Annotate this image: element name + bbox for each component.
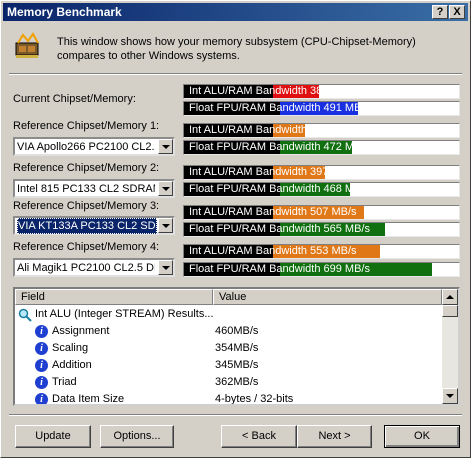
reference-3-value: VIA KT133A PC133 CL2 SDRAM — [17, 218, 157, 234]
row-field: Data Item Size — [52, 393, 125, 405]
column-header-field[interactable]: Field — [15, 289, 213, 305]
close-button[interactable]: X — [449, 5, 465, 19]
magnifier-icon — [18, 308, 32, 322]
info-icon: i — [35, 393, 48, 404]
row-value: 460MB/s — [215, 325, 259, 337]
bandwidth-bar-text: Float FPU/RAM Bandwidth 699 MB/s — [189, 263, 370, 275]
row-field: Assignment — [52, 325, 110, 337]
bandwidth-bar-text: Int ALU/RAM Bandwidth 507 MB/s — [189, 206, 357, 218]
scroll-thumb[interactable] — [442, 305, 458, 317]
reference-4-value: Ali Magik1 PC2100 CL2.5 DDR — [17, 262, 155, 274]
bandwidth-bar-text: Int ALU/RAM Bandwidth 380 MB/s — [189, 85, 357, 97]
chevron-down-icon[interactable] — [158, 218, 173, 233]
group-label: Int ALU (Integer STREAM) Results... — [35, 308, 214, 320]
reference-4-select[interactable]: Ali Magik1 PC2100 CL2.5 DDR — [13, 258, 175, 277]
row-field: Scaling — [52, 342, 89, 354]
bandwidth-bar-label: Int ALU/RAM Bandwidth 340 MB/s — [184, 124, 357, 137]
info-icon: i — [35, 342, 48, 355]
bandwidth-bar: Float FPU/RAM Bandwidth 472 MB/s — [183, 140, 460, 155]
update-button[interactable]: Update — [15, 425, 91, 448]
bandwidth-bar: Float FPU/RAM Bandwidth 491 MB/s — [183, 101, 460, 116]
bandwidth-bar: Int ALU/RAM Bandwidth 397 MB/s — [183, 165, 460, 180]
bandwidth-bar-text: Int ALU/RAM Bandwidth 553 MB/s — [189, 245, 357, 257]
separator-top — [9, 73, 462, 75]
table-row[interactable]: i Scaling 354MB/s — [15, 340, 442, 357]
chevron-down-icon[interactable] — [158, 139, 173, 154]
row-value: 345MB/s — [215, 359, 259, 371]
row-value: 362MB/s — [215, 376, 259, 388]
memory-chip-icon — [15, 32, 39, 58]
bandwidth-bar: Float FPU/RAM Bandwidth 468 MB/s — [183, 182, 460, 197]
bandwidth-bar-label: Int ALU/RAM Bandwidth 507 MB/s — [184, 206, 357, 219]
row-field: Addition — [52, 359, 92, 371]
table-row[interactable]: i Addition 345MB/s — [15, 357, 442, 374]
window-title: Memory Benchmark — [7, 5, 122, 19]
bandwidth-bar: Float FPU/RAM Bandwidth 699 MB/s — [183, 262, 460, 277]
reference-1-value: VIA Apollo266 PC2100 CL2.5 — [17, 141, 155, 153]
ok-button[interactable]: OK — [384, 425, 460, 448]
table-row[interactable]: i Data Item Size 4-bytes / 32-bits — [15, 391, 442, 405]
table-row[interactable]: i Assignment 460MB/s — [15, 323, 442, 340]
memory-benchmark-window: Memory Benchmark ? X This window shows h… — [0, 0, 471, 458]
bandwidth-bar-label: Int ALU/RAM Bandwidth 380 MB/s — [184, 85, 357, 98]
help-button[interactable]: ? — [432, 5, 448, 19]
bandwidth-bar-label: Int ALU/RAM Bandwidth 397 MB/s — [184, 166, 357, 179]
chevron-down-icon[interactable] — [158, 260, 173, 275]
reference-2-label: Reference Chipset/Memory 2: — [13, 162, 160, 174]
info-icon: i — [35, 325, 48, 338]
bandwidth-bar-label: Float FPU/RAM Bandwidth 699 MB/s — [184, 263, 370, 276]
reference-2-select[interactable]: Intel 815 PC133 CL2 SDRAM — [13, 179, 175, 198]
bandwidth-bar: Int ALU/RAM Bandwidth 340 MB/s — [183, 123, 460, 138]
separator-bottom — [9, 414, 462, 416]
bandwidth-bar-label: Int ALU/RAM Bandwidth 553 MB/s — [184, 245, 357, 258]
bandwidth-bar-text: Float FPU/RAM Bandwidth 468 MB/s — [189, 183, 370, 195]
table-row[interactable]: i Triad 362MB/s — [15, 374, 442, 391]
bandwidth-bar-label: Float FPU/RAM Bandwidth 491 MB/s — [184, 102, 370, 115]
list-group-row[interactable]: Int ALU (Integer STREAM) Results... — [15, 306, 442, 323]
bandwidth-bar-label: Float FPU/RAM Bandwidth 468 MB/s — [184, 183, 370, 196]
bandwidth-bar: Float FPU/RAM Bandwidth 565 MB/s — [183, 222, 460, 237]
back-button[interactable]: < Back — [221, 425, 297, 448]
reference-1-select[interactable]: VIA Apollo266 PC2100 CL2.5 — [13, 137, 175, 156]
bandwidth-bar-text: Float FPU/RAM Bandwidth 472 MB/s — [189, 141, 370, 153]
bandwidth-bar-label: Float FPU/RAM Bandwidth 565 MB/s — [184, 223, 370, 236]
column-header-value[interactable]: Value — [213, 289, 442, 305]
bandwidth-bar-label: Float FPU/RAM Bandwidth 472 MB/s — [184, 141, 370, 154]
options-button[interactable]: Options... — [100, 425, 174, 448]
bandwidth-bar-text: Int ALU/RAM Bandwidth 340 MB/s — [189, 124, 357, 136]
arrow-up-icon — [446, 295, 454, 299]
title-bar[interactable]: Memory Benchmark ? X — [3, 3, 468, 21]
current-chipset-label: Current Chipset/Memory: — [13, 93, 136, 105]
bandwidth-bar: Int ALU/RAM Bandwidth 553 MB/s — [183, 244, 460, 259]
reference-4-label: Reference Chipset/Memory 4: — [13, 241, 160, 253]
reference-3-select[interactable]: VIA KT133A PC133 CL2 SDRAM — [13, 216, 175, 235]
bandwidth-bar-text: Float FPU/RAM Bandwidth 491 MB/s — [189, 102, 370, 114]
next-button[interactable]: Next > — [297, 425, 372, 448]
reference-3-label: Reference Chipset/Memory 3: — [13, 200, 160, 212]
row-value: 354MB/s — [215, 342, 259, 354]
reference-1-label: Reference Chipset/Memory 1: — [13, 120, 160, 132]
info-icon: i — [35, 376, 48, 389]
bandwidth-bar: Int ALU/RAM Bandwidth 380 MB/s — [183, 84, 460, 99]
chevron-down-icon[interactable] — [158, 181, 173, 196]
arrow-down-icon — [446, 394, 454, 398]
bandwidth-bar-text: Float FPU/RAM Bandwidth 565 MB/s — [189, 223, 370, 235]
scroll-down-button[interactable] — [442, 388, 458, 404]
results-list[interactable]: Field Value Int ALU (Integer STREAM) Res… — [13, 287, 460, 406]
row-field: Triad — [52, 376, 77, 388]
bandwidth-bar: Int ALU/RAM Bandwidth 507 MB/s — [183, 205, 460, 220]
vertical-scrollbar[interactable] — [442, 289, 458, 404]
reference-2-value: Intel 815 PC133 CL2 SDRAM — [17, 183, 155, 195]
row-value: 4-bytes / 32-bits — [215, 393, 294, 405]
scroll-up-button[interactable] — [442, 289, 458, 305]
intro-text: This window shows how your memory subsys… — [57, 36, 416, 62]
info-icon: i — [35, 359, 48, 372]
bandwidth-bar-text: Int ALU/RAM Bandwidth 397 MB/s — [189, 166, 357, 178]
